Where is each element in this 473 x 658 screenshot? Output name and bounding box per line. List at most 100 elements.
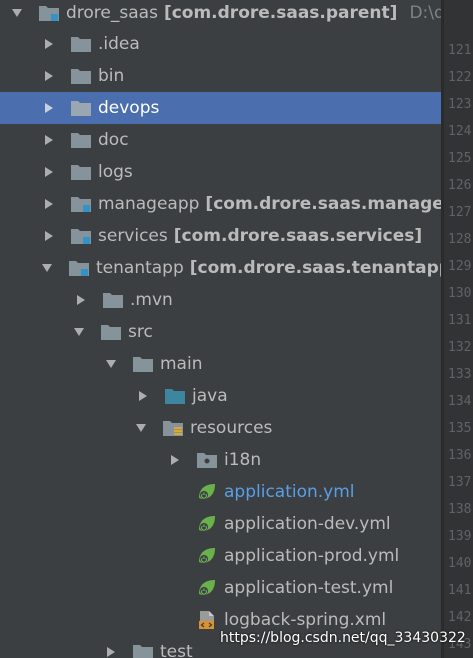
tree-item-label: application-dev.yml <box>224 514 391 534</box>
module-folder-icon <box>39 6 59 21</box>
folder-icon <box>71 69 91 84</box>
tree-row-application-yml[interactable]: application.yml <box>0 476 441 508</box>
chevron-right-icon[interactable] <box>42 69 56 83</box>
line-number: 134 <box>448 394 472 409</box>
folder-icon <box>103 293 123 308</box>
line-number: 141 <box>448 583 472 598</box>
folder-icon <box>71 133 91 148</box>
chevron-down-icon[interactable] <box>40 261 54 275</box>
module-folder-icon <box>71 197 91 212</box>
line-number: 128 <box>448 232 472 247</box>
spring-config-icon <box>199 516 215 531</box>
tree-row-application-test-yml[interactable]: application-test.yml <box>0 572 441 604</box>
chevron-right-icon[interactable] <box>42 229 56 243</box>
tree-row-application-dev-yml[interactable]: application-dev.yml <box>0 508 441 540</box>
line-number: 137 <box>448 475 472 490</box>
chevron-right-icon[interactable] <box>42 37 56 51</box>
tree-item-label: services <box>98 226 168 246</box>
line-number: 129 <box>448 259 472 274</box>
tree-row-java[interactable]: java <box>0 380 441 412</box>
watermark-text: https://blog.csdn.net/qq_33430322 <box>220 630 466 646</box>
chevron-right-icon[interactable] <box>136 389 150 403</box>
tree-row-tenantapp[interactable]: tenantapp [com.drore.saas.tenantapp] <box>0 252 441 284</box>
chevron-down-icon[interactable] <box>104 357 118 371</box>
line-number: 136 <box>448 448 472 463</box>
line-number: 132 <box>448 340 472 355</box>
tree-item-label: resources <box>190 418 273 438</box>
tree-item-label: i18n <box>224 450 262 470</box>
editor-line-gutter: 121 122 123 124 125 126 127 128 129 130 … <box>444 0 473 658</box>
line-number: 127 <box>448 205 472 220</box>
line-number: 123 <box>448 97 472 112</box>
tree-row-manageapp[interactable]: manageapp [com.drore.saas.manageap <box>0 188 441 220</box>
folder-icon <box>71 165 91 180</box>
tree-row-mvn[interactable]: .mvn <box>0 284 441 316</box>
module-name: [com.drore.saas.manageap <box>205 194 441 214</box>
folder-icon <box>133 357 153 372</box>
folder-icon <box>101 325 121 340</box>
tree-item-label: java <box>192 386 228 406</box>
line-number: 131 <box>448 313 472 328</box>
chevron-right-icon[interactable] <box>42 133 56 147</box>
folder-icon <box>133 645 153 658</box>
tree-item-label: doc <box>98 130 129 150</box>
spring-config-icon <box>199 548 215 563</box>
chevron-right-icon[interactable] <box>104 645 118 658</box>
chevron-right-icon[interactable] <box>42 197 56 211</box>
line-number: 126 <box>448 178 472 193</box>
chevron-right-icon[interactable] <box>42 165 56 179</box>
tree-row-resources[interactable]: resources <box>0 412 441 444</box>
project-tree: drore_saas [com.drore.saas.parent] D:\dr… <box>0 0 441 658</box>
tree-item-label: tenantapp <box>96 258 184 278</box>
chevron-down-icon[interactable] <box>134 421 148 435</box>
tree-item-label: application.yml <box>224 482 355 502</box>
line-number: 139 <box>448 529 472 544</box>
tree-item-label: drore_saas <box>66 3 158 23</box>
tree-row-drore-saas[interactable]: drore_saas [com.drore.saas.parent] D:\dr… <box>0 0 441 29</box>
tree-row-doc[interactable]: doc <box>0 124 441 156</box>
package-folder-icon <box>197 453 217 468</box>
resources-folder-icon <box>163 421 183 436</box>
tree-item-label: logs <box>98 162 133 182</box>
chevron-down-icon[interactable] <box>72 325 86 339</box>
line-number: 140 <box>448 556 472 571</box>
tree-row-i18n[interactable]: i18n <box>0 444 441 476</box>
spring-config-icon <box>199 580 215 595</box>
module-folder-icon <box>71 229 91 244</box>
tree-row-services[interactable]: services [com.drore.saas.services] <box>0 220 441 252</box>
tree-item-label: devops <box>98 98 160 118</box>
line-number: 135 <box>448 421 472 436</box>
tree-row-src[interactable]: src <box>0 316 441 348</box>
tree-item-label: application-test.yml <box>224 578 394 598</box>
line-number: 125 <box>448 151 472 166</box>
chevron-right-icon[interactable] <box>168 453 182 467</box>
tree-row-application-prod-yml[interactable]: application-prod.yml <box>0 540 441 572</box>
tree-item-label: test <box>160 642 193 658</box>
tree-item-label: logback-spring.xml <box>224 610 387 630</box>
line-number: 133 <box>448 367 472 382</box>
tree-row-idea[interactable]: .idea <box>0 28 441 60</box>
tree-row-main[interactable]: main <box>0 348 441 380</box>
line-number: 142 <box>448 610 472 625</box>
tree-item-label: .mvn <box>130 290 173 310</box>
tree-item-label: .idea <box>98 34 140 54</box>
tree-item-label: main <box>160 354 203 374</box>
module-folder-icon <box>69 261 89 276</box>
module-name: [com.drore.saas.parent] <box>163 3 398 23</box>
tree-row-devops[interactable]: devops <box>0 92 441 124</box>
tree-item-label: src <box>128 322 153 342</box>
line-number: 121 <box>448 43 472 58</box>
module-name: [com.drore.saas.tenantapp] <box>189 258 441 278</box>
chevron-down-icon[interactable] <box>10 6 24 20</box>
chevron-right-icon[interactable] <box>42 101 56 115</box>
spring-config-icon <box>199 484 215 499</box>
source-folder-icon <box>165 389 185 404</box>
line-number: 124 <box>448 124 472 139</box>
tree-row-logs[interactable]: logs <box>0 156 441 188</box>
tree-item-label: manageapp <box>98 194 200 214</box>
line-number: 138 <box>448 502 472 517</box>
line-number: 122 <box>448 70 472 85</box>
tree-row-bin[interactable]: bin <box>0 60 441 92</box>
chevron-right-icon[interactable] <box>74 293 88 307</box>
folder-icon <box>71 101 91 116</box>
